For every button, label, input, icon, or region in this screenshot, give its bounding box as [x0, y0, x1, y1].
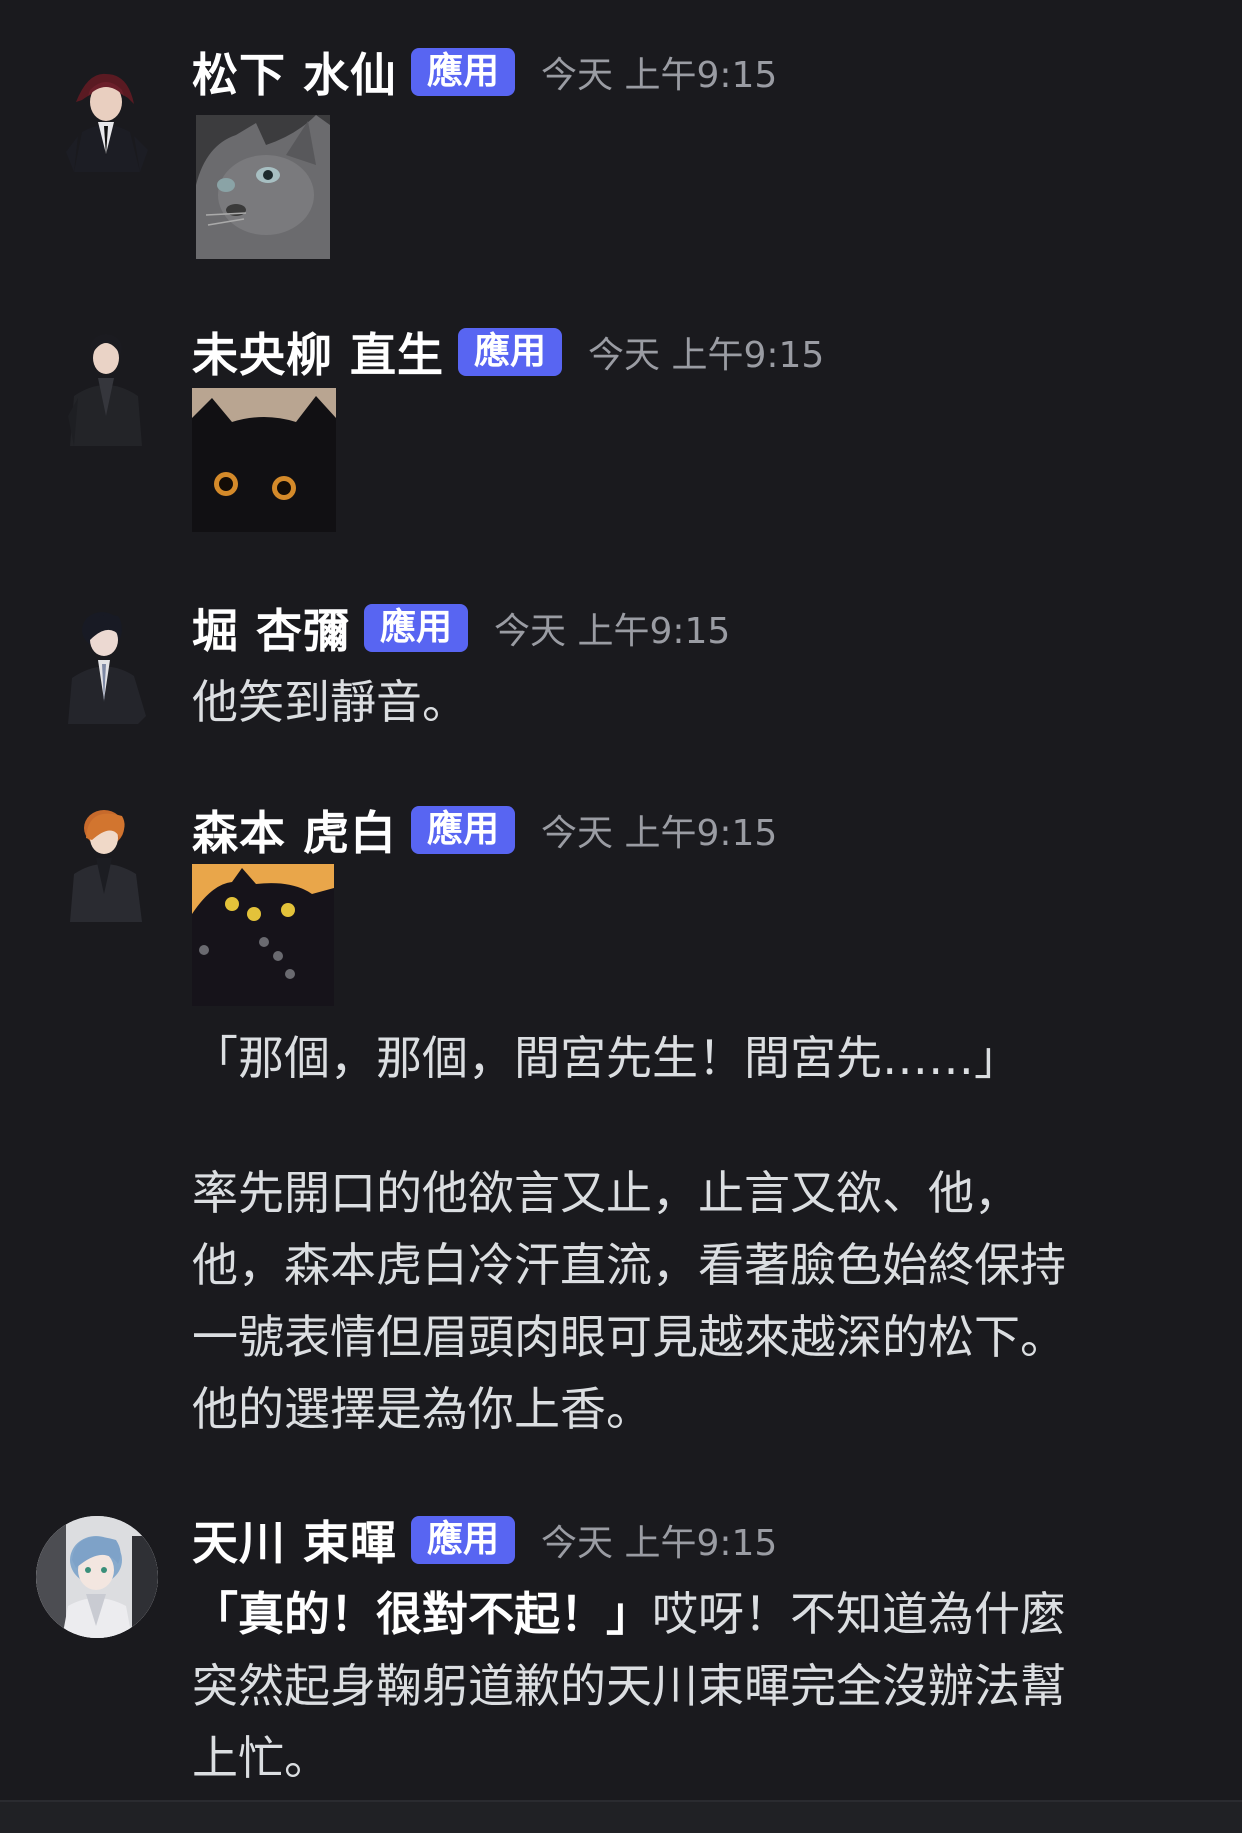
bottom-bar: [0, 1802, 1242, 1833]
attachment-image-gray-cat[interactable]: [196, 115, 330, 259]
message-text-line: 「那個，那個，間宮先生！間宮先……」: [192, 1031, 1020, 1085]
attachment-image-black-cat-orange[interactable]: [192, 864, 334, 1006]
author-name[interactable]: 堀 杏彌: [192, 595, 350, 661]
app-badge: 應用: [458, 328, 563, 376]
timestamp: 今天 上午9:15: [494, 611, 731, 652]
author-name[interactable]: 松下 水仙: [192, 39, 397, 105]
message-header: 松下 水仙 應用 今天 上午9:15: [192, 42, 777, 102]
app-badge: 應用: [411, 48, 516, 96]
author-name[interactable]: 森本 虎白: [192, 797, 397, 863]
timestamp: 今天 上午9:15: [588, 335, 825, 376]
author-name[interactable]: 天川 束暉: [192, 1507, 397, 1573]
message-header: 未央柳 直生 應用 今天 上午9:15: [192, 322, 824, 382]
app-badge: 應用: [411, 1516, 516, 1564]
attachment-image-black-cat[interactable]: [192, 388, 336, 532]
message-text-bold: 「真的！很對不起！」: [192, 1587, 652, 1641]
avatar[interactable]: [48, 52, 164, 172]
author-name[interactable]: 未央柳 直生: [192, 319, 444, 385]
timestamp: 今天 上午9:15: [541, 813, 778, 854]
message-header: 森本 虎白 應用 今天 上午9:15: [192, 800, 777, 860]
message-text: 他笑到靜音。: [192, 675, 468, 729]
message-paragraph: 率先開口的他欲言又止，止言又欲、他， 他，森本虎白冷汗直流，看著臉色始終保持 一…: [192, 1166, 1066, 1436]
avatar[interactable]: [48, 604, 164, 724]
app-badge: 應用: [364, 604, 469, 652]
app-badge: 應用: [411, 806, 516, 854]
avatar[interactable]: [48, 326, 164, 446]
message-header: 天川 束暉 應用 今天 上午9:15: [192, 1510, 777, 1570]
avatar[interactable]: [48, 802, 164, 922]
avatar[interactable]: [36, 1516, 158, 1638]
message-text: 「真的！很對不起！」哎呀！不知道為什麼 突然起身鞠躬道歉的天川束暉完全沒辦法幫 …: [192, 1578, 1192, 1794]
message-header: 堀 杏彌 應用 今天 上午9:15: [192, 598, 730, 658]
timestamp: 今天 上午9:15: [541, 1523, 778, 1564]
timestamp: 今天 上午9:15: [541, 55, 778, 96]
